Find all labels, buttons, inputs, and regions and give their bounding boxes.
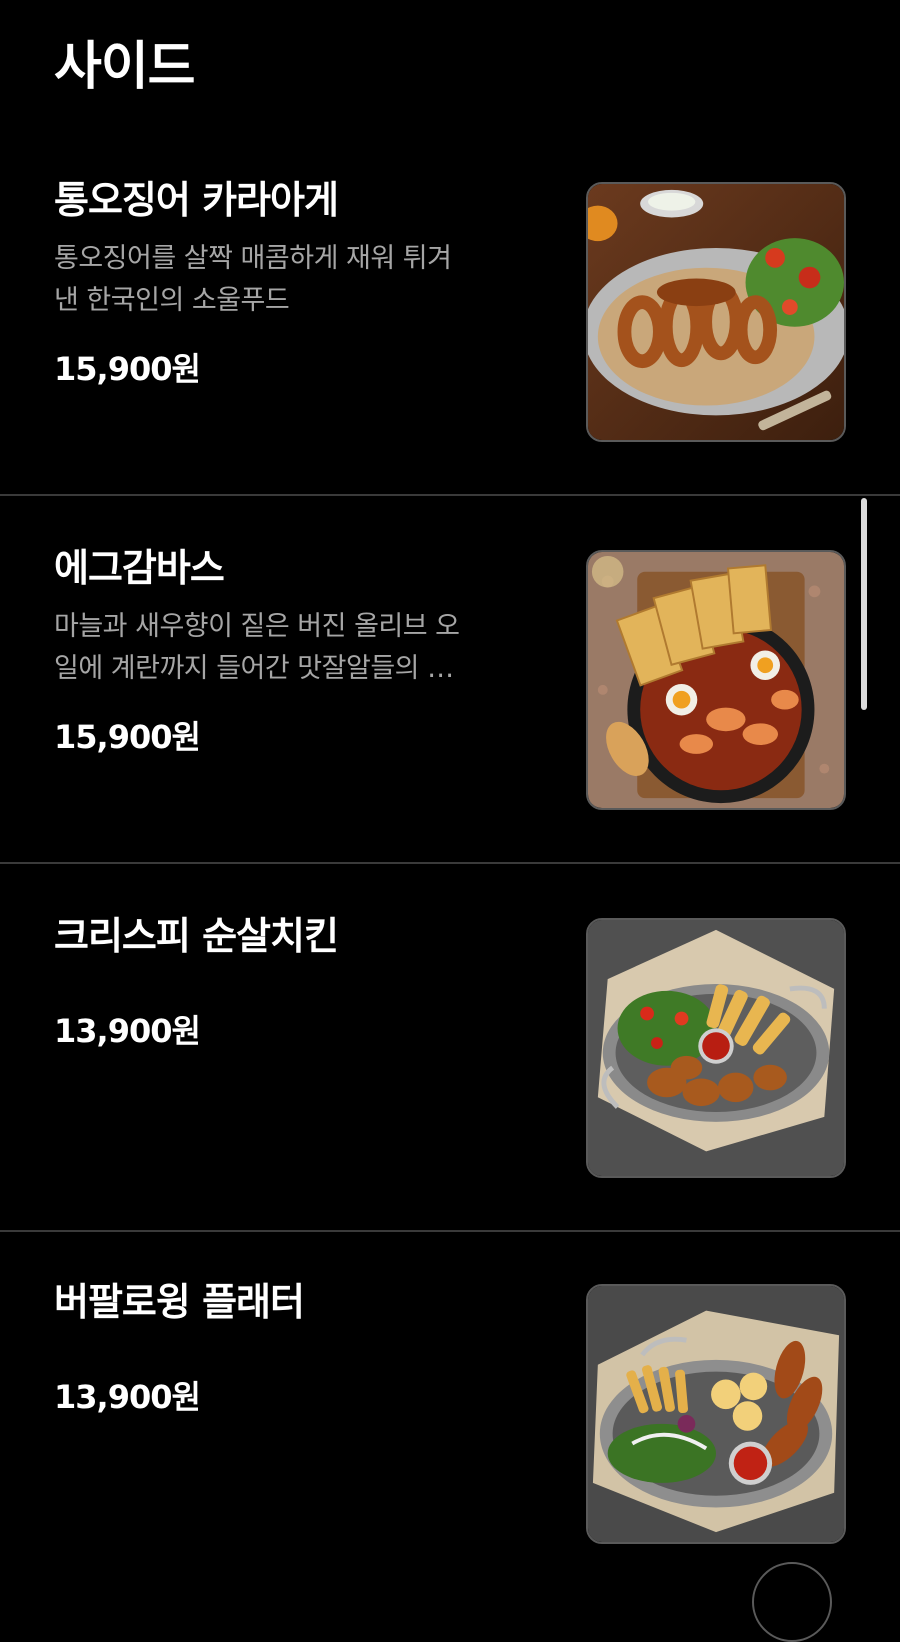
item-name: 크리스피 순살치킨: [54, 914, 339, 958]
item-name: 버팔로윙 플래터: [54, 1280, 305, 1324]
item-name: 통오징어 카라아게: [54, 178, 339, 222]
fried-squid-karaage-photo[interactable]: [586, 182, 846, 442]
item-price: 15,900원: [54, 350, 201, 388]
menu-item-egg-gambas[interactable]: 에그감바스 마늘과 새우향이 짙은 버진 올리브 오 일에 계란까지 들어간 맛…: [0, 498, 900, 864]
item-price: 13,900원: [54, 1012, 201, 1050]
fried-squid-karaage-image: [588, 184, 844, 440]
crispy-boneless-chicken-photo[interactable]: [586, 918, 846, 1178]
egg-gambas-image: [588, 552, 844, 808]
crispy-boneless-chicken-image: [588, 920, 844, 1176]
menu-item-crispy-chicken[interactable]: 크리스피 순살치킨 13,900원: [0, 866, 900, 1232]
buffalo-wing-platter-photo[interactable]: [586, 1284, 846, 1544]
buffalo-wing-platter-image: [588, 1286, 844, 1542]
item-description-line: 일에 계란까지 들어간 맛잘알들의 …: [54, 653, 454, 684]
item-description: 마늘과 새우향이 짙은 버진 올리브 오 일에 계란까지 들어간 맛잘알들의 …: [54, 606, 544, 690]
item-description-line: 낸 한국인의 소울푸드: [54, 285, 290, 316]
floating-button-edge[interactable]: [752, 1562, 832, 1642]
item-price: 13,900원: [54, 1378, 201, 1416]
item-price: 15,900원: [54, 718, 201, 756]
menu-item-buffalo-wing[interactable]: 버팔로윙 플래터 13,900원: [0, 1232, 900, 1598]
egg-gambas-photo[interactable]: [586, 550, 846, 810]
item-description-line: 마늘과 새우향이 짙은 버진 올리브 오: [54, 611, 460, 642]
scrollbar[interactable]: [861, 498, 867, 710]
menu-item-squid-karaage[interactable]: 통오징어 카라아게 통오징어를 살짝 매콤하게 재워 튀겨 낸 한국인의 소울푸…: [0, 130, 900, 496]
item-name: 에그감바스: [54, 546, 225, 590]
section-title: 사이드: [54, 37, 196, 97]
item-description-line: 통오징어를 살짝 매콤하게 재워 튀겨: [54, 243, 452, 274]
item-description: 통오징어를 살짝 매콤하게 재워 튀겨 낸 한국인의 소울푸드: [54, 238, 544, 322]
